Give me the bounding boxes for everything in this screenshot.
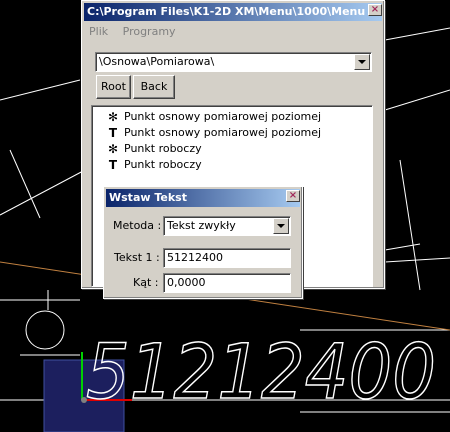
menu-window-title: C:\Program Files\K1-2D XM\Menu\1000\Menu… <box>84 3 382 21</box>
dialog-title: Wstaw Tekst <box>106 189 300 207</box>
metoda-select[interactable]: Tekst zwykły <box>163 216 291 236</box>
list-item-label: Punkt osnowy pomiarowej poziomej <box>124 126 322 139</box>
insert-text-dialog: Wstaw Tekst × Metoda : Tekst zwykły Teks… <box>103 186 303 299</box>
menu-bar: Plik Programy <box>86 23 184 41</box>
tekst-label: Tekst 1 : <box>114 251 160 264</box>
metoda-value: Tekst zwykły <box>167 219 236 232</box>
root-button[interactable]: Root <box>96 75 131 99</box>
back-button[interactable]: Back <box>133 75 175 99</box>
path-combo-value: \Osnowa\Pomiarowa\ <box>99 55 215 68</box>
asterisk-icon: ✻ <box>107 110 119 124</box>
close-icon[interactable]: × <box>286 190 300 202</box>
kat-input[interactable]: 0,0000 <box>163 273 291 293</box>
kat-label: Kąt : <box>133 276 159 289</box>
list-item-label: Punkt roboczy <box>124 158 202 171</box>
menu-plik[interactable]: Plik <box>89 25 108 38</box>
menu-programy[interactable]: Programy <box>123 25 176 38</box>
cad-text[interactable]: 51212400 <box>85 326 437 417</box>
tekst-input[interactable]: 51212400 <box>163 248 291 268</box>
t-icon: T <box>108 126 118 140</box>
chevron-down-icon[interactable] <box>273 218 289 234</box>
list-item-label: Punkt osnowy pomiarowej poziomej <box>124 110 322 123</box>
close-icon[interactable]: × <box>368 4 382 16</box>
chevron-down-icon[interactable] <box>354 54 370 70</box>
list-item-label: Punkt roboczy <box>124 142 202 155</box>
t-icon: T <box>108 158 118 172</box>
path-combo[interactable]: \Osnowa\Pomiarowa\ <box>95 52 372 72</box>
asterisk-icon: ✻ <box>107 142 119 156</box>
metoda-label: Metoda : <box>113 219 162 232</box>
